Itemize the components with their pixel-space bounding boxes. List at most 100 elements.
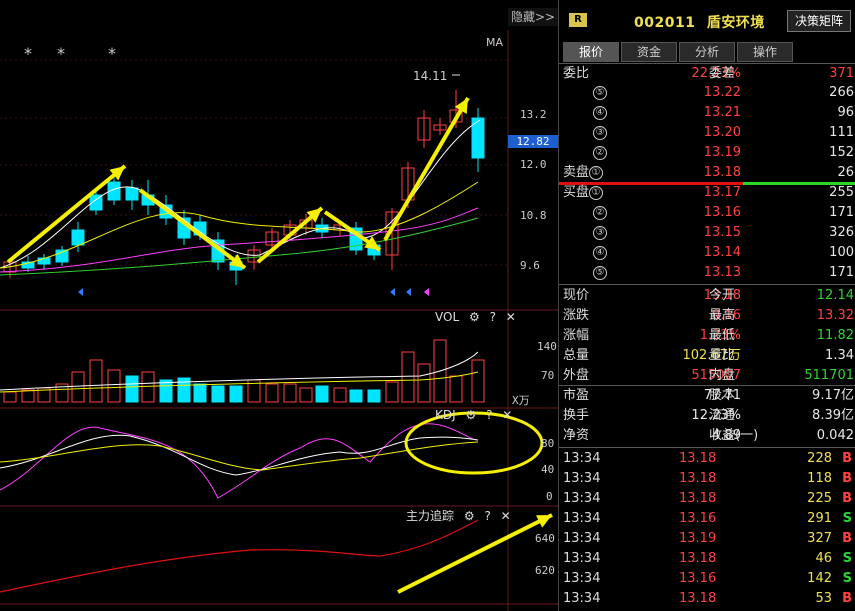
trade-row: 13:34 13.18 118 B: [559, 469, 855, 489]
ask-level: 卖盘 ①: [563, 163, 604, 183]
bid-row: ③ 13.15 326: [559, 223, 855, 243]
main-track-axis-label: 620: [535, 564, 555, 577]
asterisk-marker: *: [57, 44, 65, 63]
bid-level: ⑤: [563, 263, 607, 283]
volume-bar: [315, 385, 329, 403]
bid-price: 13.17: [703, 185, 741, 200]
candle-body: [125, 187, 139, 201]
stat-label: 今开: [709, 288, 736, 303]
gear-icon[interactable]: ⚙: [464, 509, 475, 523]
divider: [559, 284, 855, 285]
bid-row: ④ 13.14 100: [559, 243, 855, 263]
stat-row: 净资 4.89 收益(一) 0.042: [559, 426, 855, 446]
ask-volume: 26: [837, 165, 854, 180]
stat-row: 总量 102.67万 量比 1.34: [559, 346, 855, 366]
volume-bar: [89, 359, 103, 403]
stat-label: 最高: [709, 308, 736, 323]
ask-row: 卖盘 ① 13.18 26: [559, 163, 855, 183]
trade-volume: 53: [815, 591, 832, 606]
volume-bar: [349, 389, 363, 403]
stat-row: 外盘 515007 内盘 511701: [559, 366, 855, 386]
bid-price: 13.16: [703, 205, 741, 220]
tab-quote[interactable]: 报价: [563, 42, 619, 62]
price-axis-label: 13.2: [520, 108, 547, 121]
bid-row: ⑤ 13.13 171: [559, 263, 855, 283]
bid-price: 13.13: [703, 265, 741, 280]
highlight-ellipse: [404, 411, 544, 475]
stat-value: 12.14: [816, 288, 854, 303]
ask-volume: 152: [829, 145, 854, 160]
ask-row: ③ 13.20 111: [559, 123, 855, 143]
gear-icon[interactable]: ⚙: [469, 310, 480, 324]
volume-bar: [159, 379, 173, 403]
volume-bar: [141, 371, 155, 403]
stat-row: 换手 12.23% 流通 8.39亿: [559, 406, 855, 426]
trade-time: 13:34: [563, 591, 601, 606]
bid-price: 13.15: [703, 225, 741, 240]
tab-operation[interactable]: 操作: [737, 42, 793, 62]
bid-level: ③: [563, 223, 607, 243]
stock-name: 盾安环境: [706, 15, 765, 31]
ask-price: 13.22: [703, 85, 741, 100]
trade-time: 13:34: [563, 531, 601, 546]
tab-funds[interactable]: 资金: [621, 42, 677, 62]
help-icon[interactable]: ?: [490, 310, 496, 324]
stat-value: 0.042: [816, 428, 854, 443]
ask-level: ⑤: [563, 83, 607, 103]
current-price-tag: 12.82: [508, 135, 558, 148]
divider: [559, 447, 855, 448]
ask-price: 13.19: [703, 145, 741, 160]
stat-label: 股本: [709, 388, 736, 403]
close-icon[interactable]: ✕: [501, 509, 511, 523]
trade-price: 13.16: [679, 511, 717, 526]
bid-level: ②: [563, 203, 607, 223]
bid-price: 13.14: [703, 245, 741, 260]
stat-label: 市盈: [563, 388, 590, 403]
trade-row: 13:34 13.18 228 B: [559, 449, 855, 469]
bid-level: 买盘 ①: [563, 183, 604, 203]
trade-direction: S: [842, 571, 852, 586]
stat-row: 涨幅 1.23% 最低 11.82: [559, 326, 855, 346]
signal-marker: [424, 288, 429, 296]
bid-volume: 171: [829, 265, 854, 280]
annotation-arrow: [397, 513, 553, 594]
ask-volume: 96: [837, 105, 854, 120]
close-icon[interactable]: ✕: [502, 408, 512, 422]
main-track-line: [0, 519, 479, 593]
stock-code: 002011: [634, 15, 696, 31]
vol-axis-label: 70: [541, 369, 555, 382]
help-icon[interactable]: ?: [484, 509, 490, 523]
stat-label: 流通: [709, 408, 736, 423]
stat-value: 1.34: [825, 348, 854, 363]
stat-label: 量比: [709, 348, 736, 363]
trade-direction: B: [842, 491, 852, 506]
help-icon[interactable]: ?: [486, 408, 492, 422]
trade-row: 13:34 13.18 53 B: [559, 589, 855, 609]
vol-title: VOL: [435, 310, 460, 324]
trade-price: 13.18: [679, 491, 717, 506]
volume-bar: [21, 389, 35, 403]
gear-icon[interactable]: ⚙: [465, 408, 476, 422]
asterisk-marker: *: [24, 44, 32, 63]
trade-time: 13:34: [563, 451, 601, 466]
ask-price: 13.21: [703, 105, 741, 120]
volume-bar: [401, 351, 415, 403]
bid-level: ④: [563, 243, 607, 263]
bid-volume: 326: [829, 225, 854, 240]
chart-area[interactable]: 隐藏>> MA * * * 14.11 13.2 12.82 12.0 10.8…: [0, 0, 558, 611]
trade-direction: B: [842, 531, 852, 546]
hide-panel-button[interactable]: 隐藏>>: [508, 8, 558, 26]
panel-tabs: 报价 资金 分析 操作: [563, 42, 795, 62]
tab-analysis[interactable]: 分析: [679, 42, 735, 62]
stat-label: 总量: [563, 348, 590, 363]
stock-title: 002011 盾安环境: [634, 12, 765, 32]
close-icon[interactable]: ✕: [506, 310, 516, 324]
trade-time: 13:34: [563, 491, 601, 506]
volume-bar: [471, 359, 485, 403]
quote-panel: R 002011 盾安环境 决策矩阵 报价 资金 分析 操作 委比 22.23%…: [558, 0, 855, 611]
trade-row: 13:34 13.18 46 S: [559, 549, 855, 569]
kdj-title: KDJ: [435, 408, 456, 422]
trade-volume: 228: [807, 451, 832, 466]
annotation-arrow: [6, 164, 127, 264]
decision-matrix-button[interactable]: 决策矩阵: [787, 10, 851, 32]
